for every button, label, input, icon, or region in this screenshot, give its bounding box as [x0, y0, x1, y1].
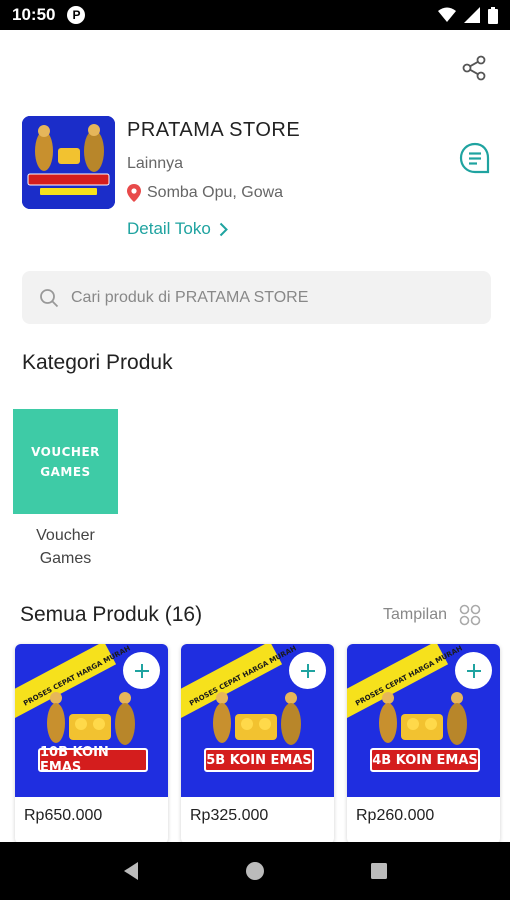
category-tile-line1: VOUCHER [31, 444, 100, 459]
grid-view-icon [459, 604, 481, 626]
status-icons [438, 6, 498, 24]
tampilan-label: Tampilan [383, 606, 448, 623]
system-nav-bar [0, 842, 510, 900]
koin-label: 5B KOIN EMAS [204, 748, 314, 772]
koin-label: 4B KOIN EMAS [370, 748, 480, 772]
chat-icon [459, 142, 490, 174]
category-tile-voucher-games[interactable]: VOUCHER GAMES [13, 409, 118, 514]
search-input[interactable]: Cari produk di PRATAMA STORE [22, 271, 491, 324]
location-pin-icon [127, 184, 141, 202]
share-icon [462, 55, 486, 81]
semua-produk-title: Semua Produk (16) [20, 603, 203, 626]
search-icon [40, 288, 59, 307]
status-bar: 10:50 P [0, 0, 510, 30]
search-placeholder: Cari produk di PRATAMA STORE [71, 288, 309, 306]
category-label-line2: Games [39, 550, 92, 567]
home-icon[interactable] [245, 861, 265, 881]
character-figure [281, 692, 301, 745]
plus-icon [134, 663, 149, 678]
product-image: PROSES CEPAT HARGA MURAH 4B KOIN EMAS [347, 644, 500, 797]
tampilan-toggle[interactable]: Tampilan [383, 604, 481, 626]
store-category: Lainnya [127, 155, 184, 172]
back-icon[interactable] [122, 861, 140, 881]
add-to-cart-button[interactable] [289, 652, 326, 689]
add-to-cart-button[interactable] [455, 652, 492, 689]
kategori-title: Kategori Produk [22, 351, 173, 374]
product-price: Rp260.000 [356, 807, 435, 824]
wifi-icon [438, 7, 456, 22]
store-screen: 10:50 P PRATAMA STORE Lainnya Somba Opu,… [0, 0, 510, 900]
signal-icon [464, 7, 480, 23]
plus-icon [300, 663, 315, 678]
store-location: Somba Opu, Gowa [147, 184, 284, 201]
chat-button[interactable] [458, 141, 492, 175]
character-figure [115, 692, 135, 745]
koin-label: 10B KOIN EMAS [38, 745, 148, 775]
app-notification-icon: P [67, 6, 86, 24]
chevron-right-icon [219, 222, 228, 236]
share-button[interactable] [456, 52, 492, 84]
add-to-cart-button[interactable] [123, 652, 160, 689]
product-card[interactable]: PROSES CEPAT HARGA MURAH 4B KOIN EMAS Rp… [347, 644, 500, 844]
category-tile-line2: GAMES [40, 464, 91, 479]
coin-pile [401, 714, 443, 740]
character-figure [379, 692, 397, 743]
product-price: Rp650.000 [24, 807, 103, 824]
status-time: 10:50 [12, 5, 56, 24]
store-location-row: Somba Opu, Gowa [127, 184, 283, 202]
coin-pile [69, 714, 111, 740]
product-image: PROSES CEPAT HARGA MURAH 5B KOIN EMAS [181, 644, 334, 797]
product-price: Rp325.000 [190, 807, 269, 824]
store-name: PRATAMA STORE [127, 119, 301, 141]
category-label-line1: Voucher [36, 527, 95, 544]
detail-toko-label: Detail Toko [127, 219, 211, 238]
character-figure [447, 692, 467, 745]
character-figure [213, 692, 231, 743]
coin-pile [235, 714, 277, 740]
product-image: PROSES CEPAT HARGA MURAH 10B KOIN EMAS [15, 644, 168, 797]
plus-icon [466, 663, 481, 678]
store-logo [22, 116, 115, 209]
character-figure [47, 692, 65, 743]
category-label[interactable]: Voucher Games [13, 524, 118, 570]
battery-icon [488, 6, 498, 24]
store-logo-art [22, 116, 115, 209]
product-card[interactable]: PROSES CEPAT HARGA MURAH 10B KOIN EMAS R… [15, 644, 168, 844]
recents-icon[interactable] [370, 862, 388, 880]
detail-toko-link[interactable]: Detail Toko [127, 219, 228, 239]
product-card[interactable]: PROSES CEPAT HARGA MURAH 5B KOIN EMAS Rp… [181, 644, 334, 844]
